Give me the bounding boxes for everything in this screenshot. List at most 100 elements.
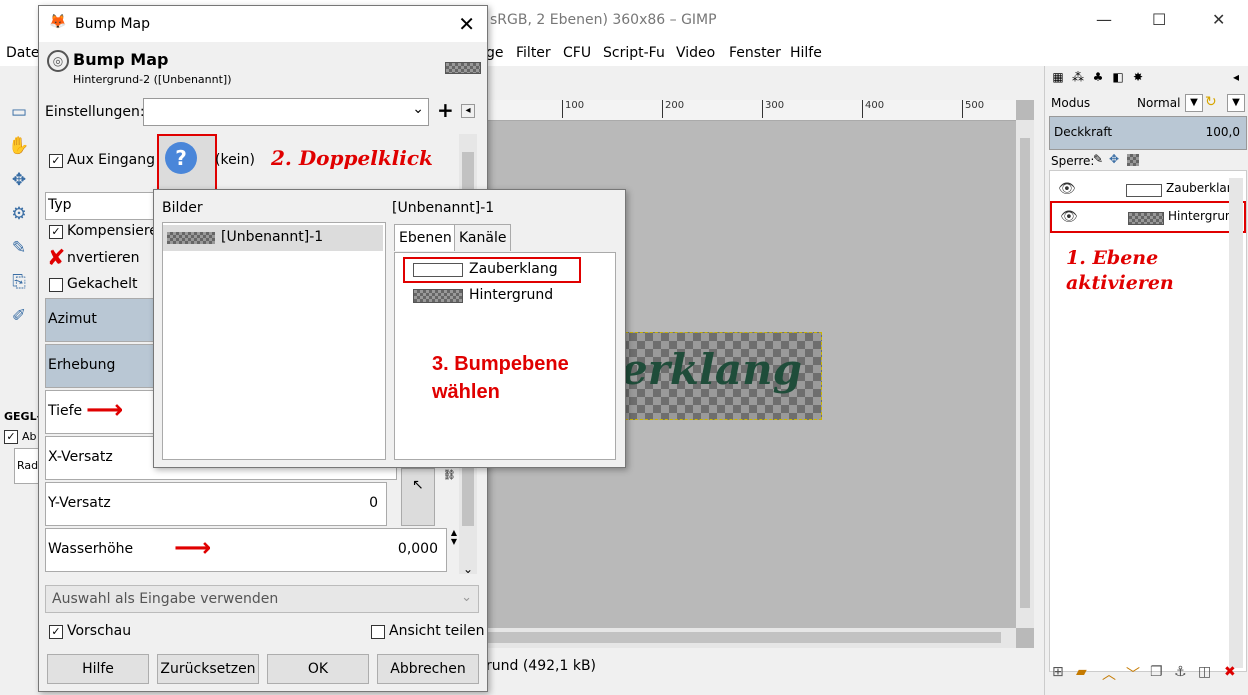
layer-row-zauberklang[interactable]: 👁 Zauberklang [1050,175,1246,203]
rect-select-icon[interactable]: ▭ [8,102,30,124]
waterlevel-slider[interactable]: Wasserhöhe ⟶ 0,000 [45,528,447,572]
canvas-horizontal-scrollbar[interactable] [486,628,1016,648]
split-view-checkbox[interactable] [371,625,385,639]
delete-layer-icon[interactable]: ✖ [1224,664,1236,680]
mode-select[interactable]: Normal [1137,96,1180,110]
new-group-icon[interactable]: ▰ [1076,664,1087,680]
lower-layer-icon[interactable]: ﹀ [1126,664,1140,684]
gegl-label: GEGL- [4,410,42,423]
tab-ebenen[interactable]: Ebenen [394,224,457,251]
duplicate-layer-icon[interactable]: ❐ [1150,664,1163,680]
compensate-checkbox[interactable]: ✓ [49,225,63,239]
elevation-slider[interactable]: Erhebung [45,344,157,388]
settings-label: Einstellungen: [45,104,145,120]
red-arrow-icon: ⟶ [86,395,124,425]
chain-icon[interactable]: ⛓ [443,470,456,481]
canvas-vertical-scrollbar[interactable] [1016,120,1034,628]
tiled-checkbox[interactable] [49,278,63,292]
chevron-down-icon: ⌄ [461,590,472,605]
mask-icon[interactable]: ◫ [1198,664,1211,680]
eye-icon[interactable]: 👁 [1060,209,1078,225]
aux-label: Aux Eingang [67,152,156,168]
tab-kanaele[interactable]: Kanäle [454,224,512,251]
filter-icon: ◎ [47,50,69,72]
reset-mode-icon[interactable]: ↻ [1205,94,1217,110]
help-button[interactable]: Hilfe [47,654,149,684]
menu-filter[interactable]: Filter [516,45,551,61]
settings-combo[interactable]: ⌄ [143,98,429,126]
y-offset-slider[interactable]: Y-Versatz 0 [45,482,387,526]
layer-name: Zauberklang [469,261,558,277]
aux-checkbox[interactable]: ✓ [49,154,63,168]
move-tool-icon[interactable]: ✥ [8,170,30,192]
lock-label: Sperre: [1051,154,1095,168]
chevron-down-icon[interactable]: ⌄ [412,101,424,117]
image-layer-preview[interactable]: erklang [620,332,822,420]
lock-position-icon[interactable]: ✥ [1109,152,1119,166]
y-offset-value: 0 [369,495,378,511]
opacity-value: 100,0 [1205,125,1240,139]
minimize-icon[interactable]: — [1096,10,1112,29]
selection-input-combo[interactable]: Auswahl als Eingabe verwenden ⌄ [45,585,479,613]
layer-thumbnail [1126,184,1162,197]
paths-tab-icon[interactable]: ♣ [1089,70,1107,88]
menu-datei[interactable]: Date [6,45,39,61]
menu-video[interactable]: Video [676,45,715,61]
layer-thumbnail [413,289,463,303]
image-row[interactable]: [Unbenannt]-1 [163,225,383,251]
gimp-logo-icon: 🦊 [49,14,67,30]
popup-tabs: Ebenen Kanäle [394,224,616,252]
preview-checkbox[interactable]: ✓ [49,625,63,639]
ab-checkbox[interactable]: ✓ [4,430,18,444]
type-label: Typ [48,197,72,213]
layer-row-hintergrund[interactable]: 👁 Hintergrund [1050,201,1246,233]
new-layer-icon[interactable]: ⊞ [1052,664,1064,680]
ok-button[interactable]: OK [267,654,369,684]
lock-pixels-icon[interactable]: ✎ [1093,152,1103,166]
menu-bild[interactable]: ge [486,45,504,61]
transform-tool-icon[interactable]: ⚙ [8,204,30,226]
type-select[interactable]: Typ [45,192,157,220]
depth-slider[interactable]: Tiefe ⟶ [45,390,157,434]
mode-dropdown-icon[interactable]: ▼ [1185,94,1203,112]
reset-button[interactable]: Zurücksetzen [157,654,259,684]
cancel-button[interactable]: Abbrechen [377,654,479,684]
canvas-text: erklang [621,345,803,394]
menu-script-fu[interactable]: Script-Fu [603,45,665,61]
pick-offset-button[interactable]: ↖ [401,468,435,526]
close-icon[interactable]: ✕ [1212,10,1225,29]
eye-icon[interactable]: 👁 [1058,181,1076,197]
popup-layer-zauberklang[interactable]: Zauberklang [403,257,581,283]
popup-layer-hintergrund[interactable]: Hintergrund [413,285,613,307]
menu-cfu[interactable]: CFU [563,45,591,61]
raise-layer-icon[interactable]: ︿ [1102,664,1116,684]
preset-menu-icon[interactable]: ◂ [461,104,475,118]
layers-tab-icon[interactable]: ▦ [1049,70,1067,88]
dialog-close-icon[interactable]: ✕ [458,12,475,36]
maximize-icon[interactable]: ☐ [1152,10,1166,29]
dock-menu-icon[interactable]: ◂ [1227,70,1245,88]
layers-scrollbar[interactable] [1229,178,1243,668]
foreground-select-icon[interactable]: ✋ [8,136,30,158]
layer-thumbnail [413,263,463,277]
smudge-tool-icon[interactable]: ✐ [8,306,30,328]
menu-hilfe[interactable]: Hilfe [790,45,822,61]
channels-tab-icon[interactable]: ⁂ [1069,70,1087,88]
aux-value: (kein) [215,152,255,168]
opacity-slider[interactable]: Deckkraft 100,0 [1049,116,1247,150]
menu-fenster[interactable]: Fenster [729,45,781,61]
dialog-heading: Bump Map [73,50,169,69]
waterlevel-value: 0,000 [397,541,438,557]
lock-alpha-icon[interactable] [1127,154,1139,166]
anchor-layer-icon[interactable]: ⚓ [1174,664,1187,680]
paint-tool-icon[interactable]: ✎ [8,238,30,260]
azimuth-label: Azimut [48,311,97,327]
aux-input-button[interactable]: ? [157,134,217,192]
azimuth-slider[interactable]: Azimut [45,298,157,342]
scroll-down-icon[interactable]: ⌄ [463,562,473,576]
add-preset-icon[interactable]: + [437,98,454,122]
clone-tool-icon[interactable]: ⎘ [8,272,30,294]
colormap-tab-icon[interactable]: ◧ [1109,70,1127,88]
composite-dropdown-icon[interactable]: ▼ [1227,94,1245,112]
brushes-tab-icon[interactable]: ✸ [1129,70,1147,88]
